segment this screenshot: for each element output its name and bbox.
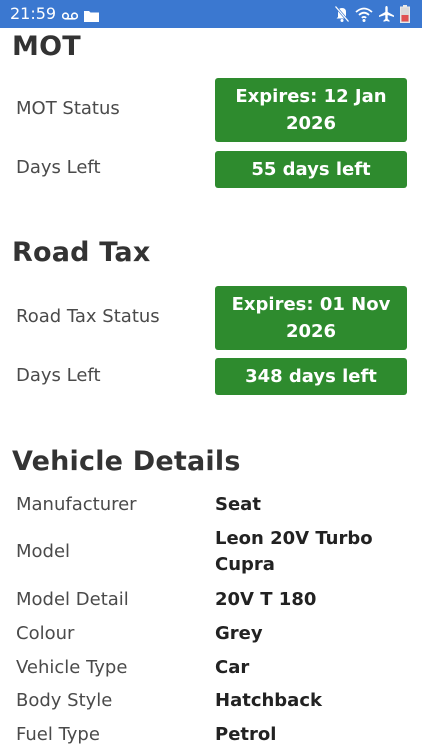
road-tax-days-badge: 348 days left (215, 358, 407, 395)
model-detail-value: 20V T 180 (215, 589, 317, 610)
status-bar: 21:59 (0, 0, 422, 28)
manufacturer-value: Seat (215, 494, 261, 515)
vehicle-type-value: Car (215, 657, 250, 678)
road-tax-status-label: Road Tax Status (16, 306, 160, 327)
fuel-type-label: Fuel Type (16, 724, 100, 745)
model-value: Leon 20V Turbo Cupra (215, 528, 373, 575)
status-time: 21:59 (10, 4, 57, 23)
mute-icon (334, 5, 350, 27)
body-style-value: Hatchback (215, 690, 322, 711)
battery-low-icon (400, 5, 410, 27)
mot-days-badge: 55 days left (215, 151, 407, 188)
airplane-icon (378, 5, 395, 27)
folder-icon (84, 7, 99, 26)
model-label: Model (16, 541, 71, 562)
road-tax-status-badge: Expires: 01 Nov 2026 (215, 286, 407, 350)
model-detail-label: Model Detail (16, 589, 129, 610)
wifi-icon (354, 5, 374, 27)
mot-days-label: Days Left (16, 157, 101, 178)
fuel-type-value: Petrol (215, 724, 277, 745)
body-style-label: Body Style (16, 690, 113, 711)
vehicle-type-label: Vehicle Type (16, 657, 128, 678)
mot-status-badge: Expires: 12 Jan 2026 (215, 78, 407, 142)
voicemail-icon (61, 6, 79, 25)
road-tax-heading: Road Tax (12, 237, 151, 268)
mot-heading: MOT (12, 31, 81, 62)
road-tax-days-label: Days Left (16, 365, 101, 386)
vehicle-details-heading: Vehicle Details (12, 446, 241, 477)
status-icons (334, 5, 414, 23)
colour-value: Grey (215, 623, 263, 644)
mot-status-label: MOT Status (16, 98, 120, 119)
manufacturer-label: Manufacturer (16, 494, 137, 515)
colour-label: Colour (16, 623, 75, 644)
